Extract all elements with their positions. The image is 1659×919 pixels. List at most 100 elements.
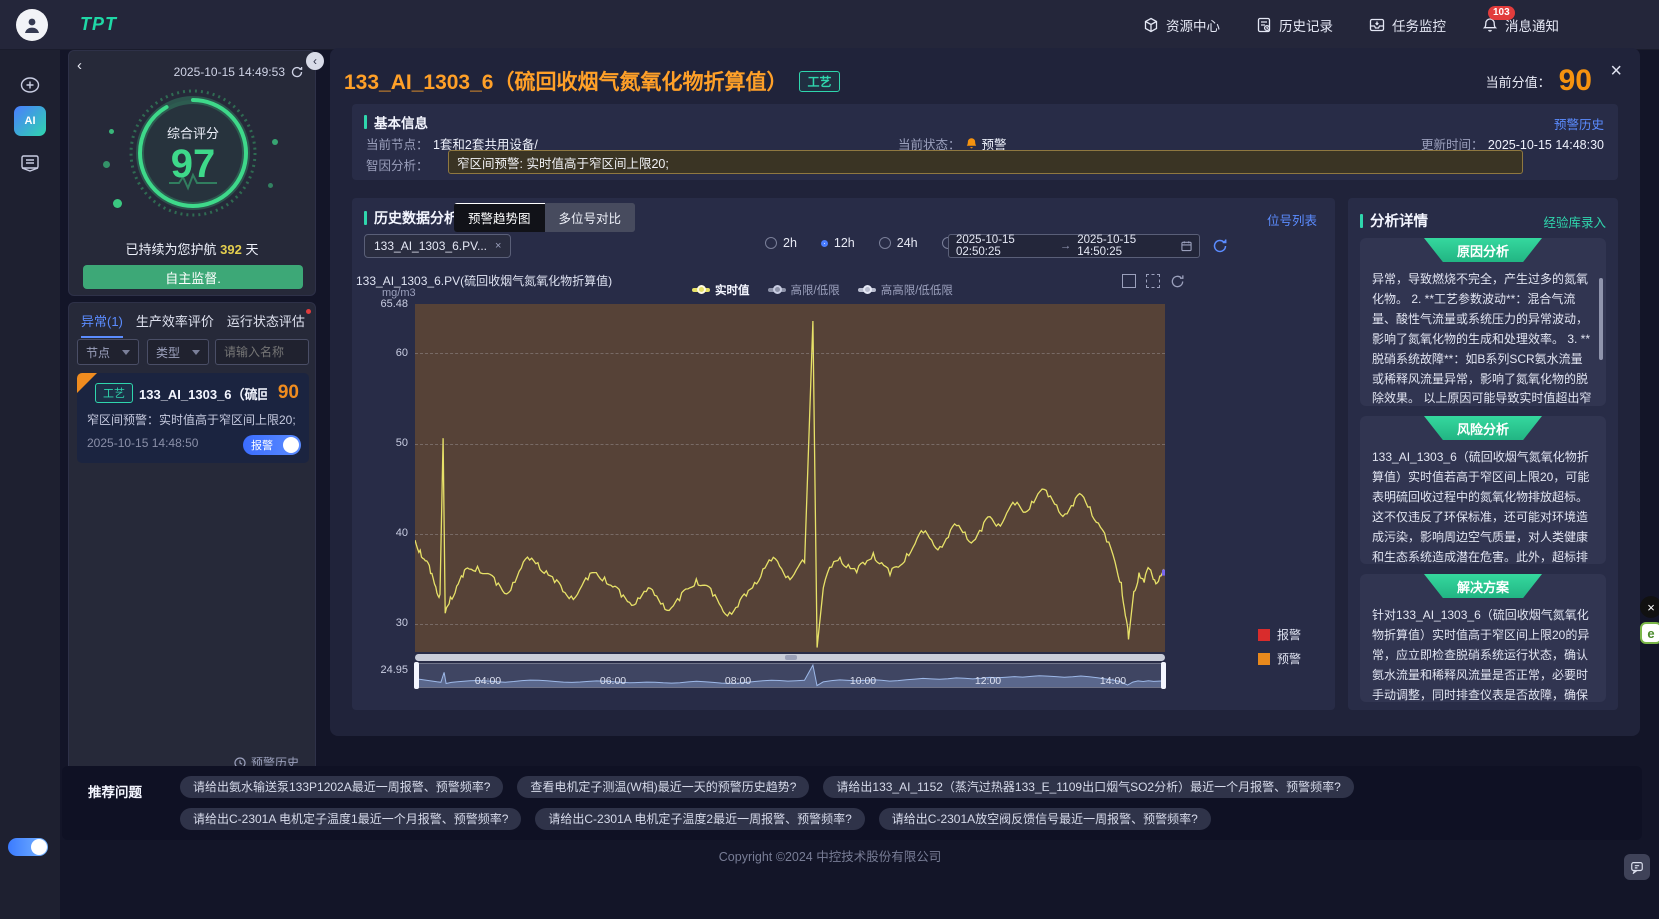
chart-legend: 实时值 高限/低限 高高限/低低限 (692, 282, 953, 298)
name-search-input[interactable] (215, 339, 309, 365)
decor-dot (109, 129, 114, 134)
analysis-title: 分析详情 (1370, 210, 1428, 231)
suggestions-label: 推荐问题 (88, 781, 142, 801)
radio-label: 2h (783, 236, 797, 250)
chat-bubble-icon (1630, 860, 1644, 874)
y-tick: 30 (352, 617, 408, 629)
legend-realtime[interactable]: 实时值 (692, 282, 750, 298)
datazoom-right-handle[interactable] (1161, 662, 1166, 689)
category-tag: 工艺 (799, 71, 839, 92)
decor-dot (103, 161, 110, 168)
tab-anomaly[interactable]: 异常(1) (81, 311, 123, 338)
modal-title-row: 133_AI_1303_6（硫回收烟气氮氧化物折算值） 工艺 (344, 66, 840, 96)
anomaly-panel: 异常(1) 生产效率评价 运行状态评估 节点 类型 工艺 133_AI_1303… (68, 302, 316, 780)
escort-days: 392 (220, 242, 242, 257)
alarm-list-item[interactable]: 工艺 133_AI_1303_6（硫回收... 90 窄区间预警：实时值高于窄区… (77, 373, 309, 463)
scrollbar-grip (785, 655, 797, 660)
datazoom-left-handle[interactable] (414, 662, 419, 689)
chart-plot-area[interactable] (415, 304, 1165, 652)
records-list-button[interactable] (14, 148, 46, 178)
suggestion-chip[interactable]: 请给出C-2301A放空阀反馈信号最近一周报警、预警频率? (879, 808, 1211, 830)
chart-toolbox (1122, 274, 1185, 289)
refresh-icon[interactable] (291, 66, 303, 78)
experience-entry-link[interactable]: 经验库录入 (1543, 212, 1606, 231)
datazoom-minimap[interactable] (415, 663, 1165, 688)
tab-efficiency[interactable]: 生产效率评价 (136, 311, 214, 338)
extension-e-icon[interactable]: e (1640, 622, 1659, 644)
suggestion-chip[interactable]: 查看电机定子测温(W相)最近一天的预警历史趋势? (517, 776, 809, 798)
alert-history-link[interactable]: 预警历史 (1554, 114, 1604, 133)
legend-warning[interactable]: 预警 (1258, 650, 1301, 667)
legend-alarm[interactable]: 报警 (1258, 626, 1301, 643)
new-session-button[interactable] (14, 70, 46, 100)
alarm-title: 133_AI_1303_6（硫回收... (139, 384, 267, 403)
ai-analysis-input[interactable] (448, 150, 1523, 174)
legend-hi-lo-limit[interactable]: 高限/低限 (768, 282, 840, 298)
refresh-chart-icon[interactable] (1212, 238, 1228, 254)
assistant-toggle[interactable] (8, 838, 48, 856)
radio-label: 24h (897, 236, 918, 250)
ai-bubble-icon: AI (25, 115, 36, 127)
signal-chip-label: 133_AI_1303_6.PV... (374, 239, 487, 253)
score-gauge: 综合评分 97 (127, 87, 259, 219)
risk-analysis-text: 133_AI_1303_6（硫回收烟气氮氧化物折算值）实时值若高于窄区间上限20… (1372, 448, 1594, 564)
range-24h[interactable]: 24h (879, 236, 918, 250)
gauge-text: 综合评分 97 (127, 87, 259, 219)
extension-close-icon[interactable]: × (1640, 596, 1659, 618)
user-avatar[interactable] (16, 9, 48, 41)
y-tick: 40 (352, 527, 408, 539)
chip-close-icon[interactable]: × (495, 240, 501, 252)
date-range-picker[interactable]: 2025-10-15 02:50:25 → 2025-10-15 14:50:2… (948, 234, 1200, 258)
nav-history-records[interactable]: 历史记录 (1256, 15, 1333, 35)
cube-icon (1143, 17, 1159, 33)
tab-multi-signal[interactable]: 多位号对比 (545, 203, 636, 232)
suggested-questions: 推荐问题 请给出氨水输送泵133P1202A最近一周报警、预警频率? 查看电机定… (62, 766, 1642, 840)
reload-tool-icon[interactable] (1170, 274, 1185, 289)
nav-label: 任务监控 (1392, 15, 1446, 35)
gauge-score: 97 (171, 144, 216, 184)
x-tick: 14:00 (1093, 675, 1133, 687)
alarm-toggle[interactable]: 报警 (243, 435, 301, 455)
zoom-tool-icon[interactable] (1122, 274, 1136, 288)
suggestion-chip[interactable]: 请给出C-2301A 电机定子温度2最近一周报警、预警频率? (535, 808, 864, 830)
suggestion-chip[interactable]: 请给出C-2301A 电机定子温度1最近一个月报警、预警频率? (180, 808, 521, 830)
risk-analysis-card: 风险分析 133_AI_1303_6（硫回收烟气氮氧化物折算值）实时值若高于窄区… (1360, 416, 1606, 564)
solution-badge: 解决方案 (1424, 574, 1542, 598)
node-select[interactable]: 节点 (77, 339, 139, 365)
panel-collapse-button[interactable]: ‹ (306, 52, 324, 70)
close-icon[interactable]: × (1610, 60, 1622, 83)
back-chevron[interactable]: ‹ (77, 57, 82, 74)
range-12h[interactable]: 12h (821, 236, 855, 250)
range-2h[interactable]: 2h (765, 236, 797, 250)
signal-list-link[interactable]: 位号列表 (1267, 210, 1317, 229)
signal-chip[interactable]: 133_AI_1303_6.PV... × (364, 234, 511, 258)
nav-label: 历史记录 (1279, 15, 1333, 35)
restore-tool-icon[interactable] (1146, 274, 1160, 288)
nav-notifications[interactable]: 103 消息通知 (1482, 15, 1559, 35)
card-scrollbar[interactable] (1599, 278, 1603, 360)
tab-label: 运行状态评估 (227, 314, 305, 329)
chat-widget-button[interactable] (1624, 854, 1650, 880)
type-select[interactable]: 类型 (147, 339, 209, 365)
nav-resource-center[interactable]: 资源中心 (1143, 15, 1220, 35)
x-tick: 12:00 (968, 675, 1008, 687)
chart-scrollbar[interactable] (415, 654, 1165, 661)
tab-running-status[interactable]: 运行状态评估 (227, 311, 305, 338)
legend-hihi-lolo-limit[interactable]: 高高限/低低限 (858, 282, 953, 298)
decor-dot (113, 199, 122, 208)
gauge-label: 综合评分 (167, 123, 219, 142)
solution-card: 解决方案 针对133_AI_1303_6（硫回收烟气氮氧化物折算值）实时值高于窄… (1360, 574, 1606, 702)
nav-label: 资源中心 (1166, 15, 1220, 35)
self-supervise-button[interactable]: 自主监督. (83, 265, 303, 289)
tab-trend-chart[interactable]: 预警趋势图 (454, 203, 545, 232)
nav-task-monitor[interactable]: 任务监控 (1369, 15, 1446, 35)
suggestion-chip[interactable]: 请给出133_AI_1152（蒸汽过热器133_E_1109出口烟气SO2分析）… (823, 776, 1353, 798)
ai-assistant-button[interactable]: AI (14, 106, 46, 136)
notification-badge: 103 (1488, 6, 1515, 20)
legend-marker (768, 288, 786, 292)
alarm-desc: 窄区间预警：实时值高于窄区间上限20; (77, 404, 309, 428)
analysis-header: 分析详情 (1360, 210, 1428, 231)
suggestion-chip[interactable]: 请给出氨水输送泵133P1202A最近一周报警、预警频率? (180, 776, 503, 798)
analysis-panel: 分析详情 经验库录入 原因分析 异常，导致燃烧不完全，产生过多的氮氧化物。 2.… (1348, 198, 1618, 710)
legend-label: 高限/低限 (791, 282, 840, 298)
